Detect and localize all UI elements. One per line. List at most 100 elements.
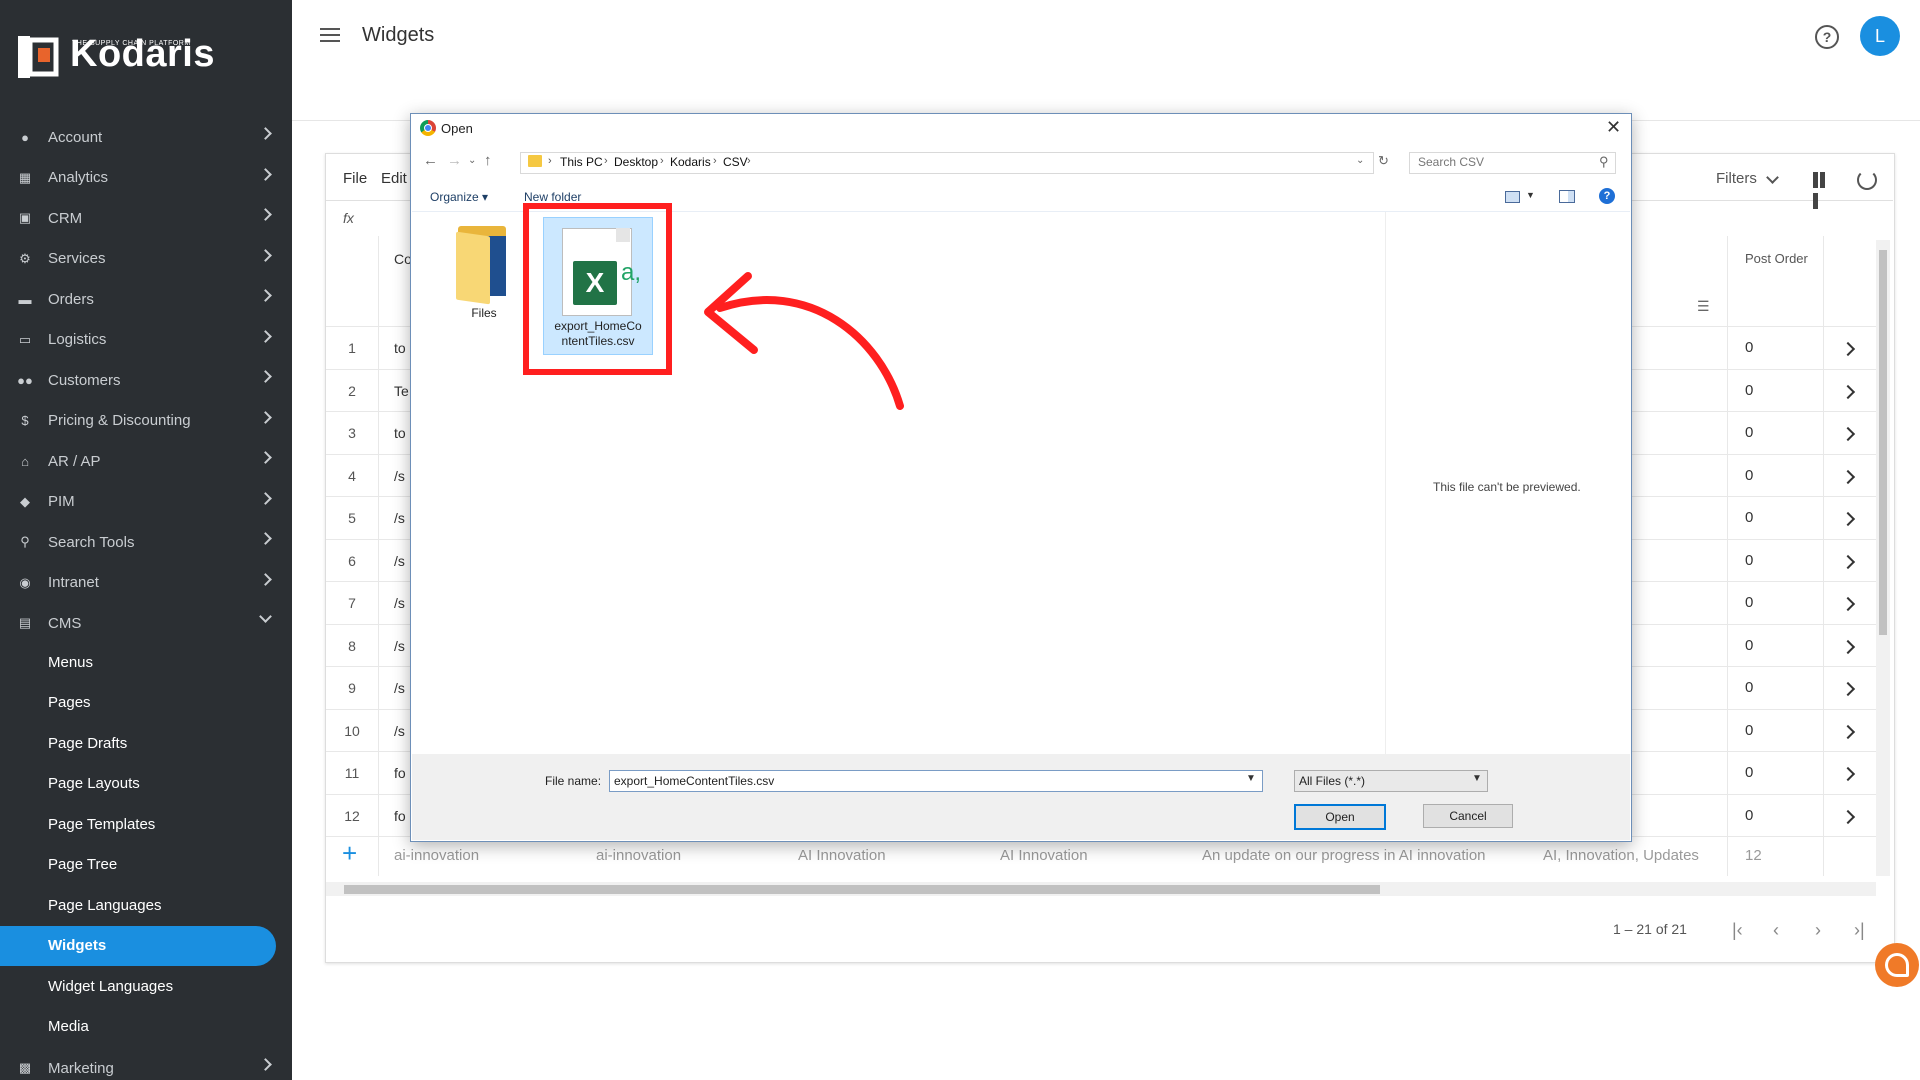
filters-button[interactable]: Filters bbox=[1716, 170, 1757, 187]
columns-icon[interactable] bbox=[1813, 172, 1833, 209]
table-cell[interactable]: to bbox=[394, 425, 406, 441]
sidebar-item-crm[interactable]: ▣ CRM bbox=[0, 198, 292, 238]
post-order-cell[interactable]: 0 bbox=[1745, 424, 1753, 441]
search-icon: ⚲ bbox=[20, 534, 30, 549]
back-arrow-icon[interactable]: ← bbox=[423, 152, 438, 169]
post-order-cell[interactable]: 0 bbox=[1745, 807, 1753, 824]
refresh-icon[interactable]: ↻ bbox=[1378, 153, 1389, 169]
open-button[interactable]: Open bbox=[1294, 804, 1386, 830]
post-order-cell[interactable]: 0 bbox=[1745, 509, 1753, 526]
filename-value[interactable]: export_HomeContentTiles.csv bbox=[614, 774, 774, 788]
post-order-cell[interactable]: 0 bbox=[1745, 722, 1753, 739]
table-cell[interactable]: Te bbox=[394, 383, 409, 399]
table-cell[interactable]: fo bbox=[394, 808, 406, 824]
breadcrumb-desktop[interactable]: Desktop bbox=[614, 155, 658, 169]
table-cell[interactable]: /s bbox=[394, 595, 405, 611]
post-order-cell[interactable]: 0 bbox=[1745, 382, 1753, 399]
organize-button[interactable]: Organize ▾ bbox=[430, 190, 488, 204]
next-page-icon[interactable]: › bbox=[1815, 920, 1821, 941]
sidebar-subitem-page-templates[interactable]: Page Templates bbox=[0, 804, 292, 844]
view-chevron-icon[interactable]: ▼ bbox=[1526, 190, 1535, 200]
filetype-value[interactable]: All Files (*.*) bbox=[1299, 774, 1365, 788]
refresh-icon[interactable] bbox=[1857, 170, 1877, 190]
chat-icon[interactable] bbox=[1875, 943, 1919, 987]
avatar[interactable]: L bbox=[1860, 16, 1900, 56]
view-options-icon[interactable] bbox=[1505, 191, 1520, 203]
sidebar-subitem-page-drafts[interactable]: Page Drafts bbox=[0, 723, 292, 763]
sidebar-item-pim[interactable]: ◆ PIM bbox=[0, 482, 292, 522]
breadcrumb-this-pc[interactable]: This PC bbox=[560, 155, 603, 169]
close-icon[interactable]: ✕ bbox=[1606, 117, 1621, 138]
sidebar-item-orders[interactable]: ▬ Orders bbox=[0, 279, 292, 319]
table-cell[interactable]: /s bbox=[394, 553, 405, 569]
sidebar-item-customers[interactable]: ●● Customers bbox=[0, 360, 292, 400]
address-dropdown-icon[interactable]: ⌄ bbox=[1356, 155, 1364, 166]
table-cell[interactable]: fo bbox=[394, 765, 406, 781]
preview-divider[interactable] bbox=[1385, 212, 1386, 754]
forward-arrow-icon[interactable]: → bbox=[447, 152, 462, 169]
table-cell[interactable]: /s bbox=[394, 510, 405, 526]
table-cell[interactable]: /s bbox=[394, 680, 405, 696]
sidebar-item-intranet[interactable]: ◉ Intranet bbox=[0, 563, 292, 603]
chevron-down-icon[interactable]: ▼ bbox=[1246, 773, 1256, 784]
sidebar-subitem-menus[interactable]: Menus bbox=[0, 642, 292, 682]
sidebar-subitem-widgets[interactable]: Widgets bbox=[0, 925, 276, 966]
cancel-button[interactable]: Cancel bbox=[1423, 804, 1513, 828]
sidebar-item-search-tools[interactable]: ⚲ Search Tools bbox=[0, 522, 292, 562]
sidebar-subitem-media[interactable]: Media bbox=[0, 1007, 292, 1047]
up-arrow-icon[interactable]: ↑ bbox=[484, 152, 492, 169]
post-order-cell[interactable]: 0 bbox=[1745, 467, 1753, 484]
chevron-down-icon[interactable]: ▼ bbox=[1472, 773, 1482, 784]
menu-file[interactable]: File bbox=[343, 170, 367, 187]
sidebar-item-account[interactable]: ● Account bbox=[0, 117, 292, 157]
table-cell[interactable]: to bbox=[394, 340, 406, 356]
table-cell[interactable]: /s bbox=[394, 468, 405, 484]
table-cell[interactable]: /s bbox=[394, 638, 405, 654]
post-order-cell[interactable]: 0 bbox=[1745, 552, 1753, 569]
new-folder-button[interactable]: New folder bbox=[524, 190, 581, 204]
sidebar-subitem-page-layouts[interactable]: Page Layouts bbox=[0, 764, 292, 804]
sidebar-item-ar-ap[interactable]: ⌂ AR / AP bbox=[0, 441, 292, 481]
new-row-cell[interactable]: An update on our progress in AI innovati… bbox=[1202, 847, 1486, 864]
horizontal-scroll-thumb[interactable] bbox=[344, 885, 1380, 894]
sidebar-item-analytics[interactable]: ▦ Analytics bbox=[0, 158, 292, 198]
new-row-cell[interactable]: 12 bbox=[1745, 847, 1762, 864]
file-item-folder[interactable]: Files bbox=[446, 214, 522, 324]
vertical-scroll-thumb[interactable] bbox=[1879, 250, 1887, 635]
menu-toggle-icon[interactable] bbox=[320, 28, 340, 42]
sidebar-subitem-pages[interactable]: Pages bbox=[0, 683, 292, 723]
first-page-icon[interactable]: |‹ bbox=[1732, 920, 1743, 941]
sidebar-item-services[interactable]: ⚙ Services bbox=[0, 239, 292, 279]
breadcrumb-kodaris[interactable]: Kodaris bbox=[670, 155, 711, 169]
new-row-cell[interactable]: ai-innovation bbox=[596, 847, 681, 864]
sidebar-subitem-page-tree[interactable]: Page Tree bbox=[0, 845, 292, 885]
add-row-icon[interactable]: + bbox=[342, 838, 357, 869]
prev-page-icon[interactable]: ‹ bbox=[1773, 920, 1779, 941]
post-order-cell[interactable]: 0 bbox=[1745, 339, 1753, 356]
table-cell[interactable]: /s bbox=[394, 723, 405, 739]
help-icon[interactable]: ? bbox=[1815, 25, 1839, 49]
sidebar-subitem-widget-languages[interactable]: Widget Languages bbox=[0, 966, 292, 1006]
column-header-post-order[interactable]: Post Order bbox=[1745, 251, 1808, 266]
new-row-cell[interactable]: AI Innovation bbox=[798, 847, 886, 864]
sidebar-subitem-page-languages[interactable]: Page Languages bbox=[0, 885, 292, 925]
last-page-icon[interactable]: ›| bbox=[1854, 920, 1865, 941]
column-filter-icon[interactable]: ☰ bbox=[1697, 298, 1710, 315]
sidebar-item-cms[interactable]: ▤ CMS bbox=[0, 603, 292, 643]
sidebar-item-logistics[interactable]: ▭ Logistics bbox=[0, 320, 292, 360]
help-icon[interactable]: ? bbox=[1599, 188, 1615, 204]
search-icon[interactable]: ⚲ bbox=[1599, 154, 1609, 170]
new-row-cell[interactable]: ai-innovation bbox=[394, 847, 479, 864]
preview-pane-icon[interactable] bbox=[1559, 190, 1575, 203]
post-order-cell[interactable]: 0 bbox=[1745, 594, 1753, 611]
sidebar-item-pricing-discounting[interactable]: $ Pricing & Discounting bbox=[0, 401, 292, 441]
new-row-cell[interactable]: AI Innovation bbox=[1000, 847, 1088, 864]
sidebar-item-marketing[interactable]: ▩ Marketing bbox=[0, 1048, 292, 1080]
new-row-cell[interactable]: AI, Innovation, Updates bbox=[1543, 847, 1699, 864]
breadcrumb-csv[interactable]: CSV bbox=[723, 155, 748, 169]
recent-chevron-icon[interactable]: ⌄ bbox=[468, 155, 476, 166]
post-order-cell[interactable]: 0 bbox=[1745, 637, 1753, 654]
post-order-cell[interactable]: 0 bbox=[1745, 764, 1753, 781]
menu-edit[interactable]: Edit bbox=[381, 170, 407, 187]
post-order-cell[interactable]: 0 bbox=[1745, 679, 1753, 696]
